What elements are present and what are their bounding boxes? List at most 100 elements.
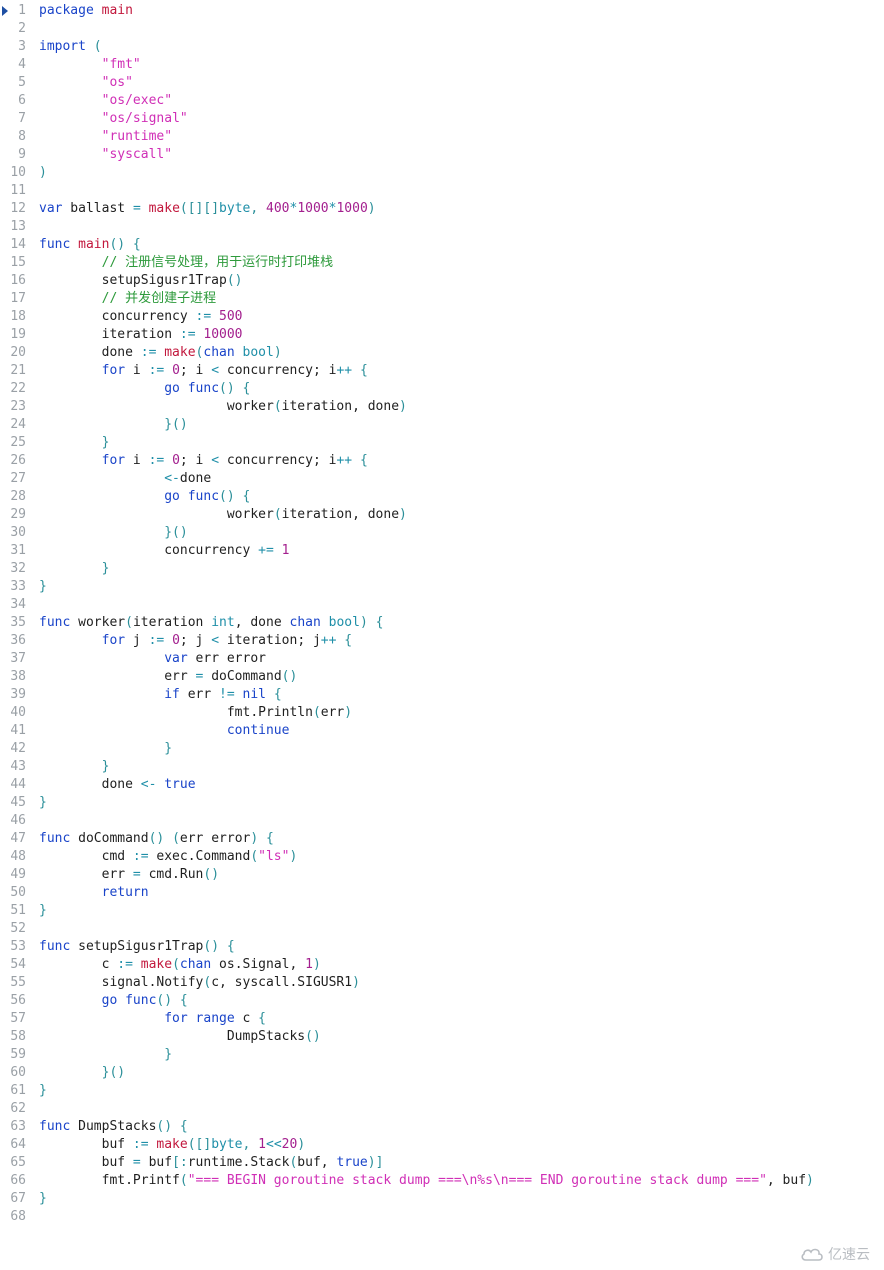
code-line[interactable]: 43 } — [0, 758, 884, 776]
line-number: 31 — [10, 543, 26, 558]
code-token: } — [39, 1083, 47, 1098]
code-line[interactable]: 60 }() — [0, 1064, 884, 1082]
code-line[interactable]: 40 fmt.Println(err) — [0, 704, 884, 722]
code-line[interactable]: 9 "syscall" — [0, 146, 884, 164]
code-line[interactable]: 54 c := make(chan os.Signal, 1) — [0, 956, 884, 974]
line-code: for i := 0; i < concurrency; i++ { — [39, 453, 368, 468]
code-line[interactable]: 19 iteration := 10000 — [0, 326, 884, 344]
code-token: buf — [39, 1137, 133, 1152]
line-code: signal.Notify(c, syscall.SIGUSR1) — [39, 975, 360, 990]
code-line[interactable]: 41 continue — [0, 722, 884, 740]
code-line[interactable]: 37 var err error — [0, 650, 884, 668]
code-token: ( — [273, 507, 282, 522]
code-line[interactable]: 34 — [0, 596, 884, 614]
code-line[interactable]: 35 func worker(iteration int, done chan b… — [0, 614, 884, 632]
code-line[interactable]: 61} — [0, 1082, 884, 1100]
line-number: 49 — [10, 867, 26, 882]
code-line[interactable]: 7 "os/signal" — [0, 110, 884, 128]
code-token: ) — [297, 1137, 306, 1152]
code-line[interactable]: 22 go func() { — [0, 380, 884, 398]
code-token: 500 — [219, 309, 243, 324]
code-line[interactable]: 56 go func() { — [0, 992, 884, 1010]
code-line[interactable]: 2 — [0, 20, 884, 38]
code-line[interactable]: 10) — [0, 164, 884, 182]
code-token: () { — [156, 993, 188, 1008]
code-line[interactable]: 26 for i := 0; i < concurrency; i++ { — [0, 452, 884, 470]
code-line[interactable]: 62 — [0, 1100, 884, 1118]
code-line[interactable]: 59 } — [0, 1046, 884, 1064]
code-line[interactable]: 57 for range c { — [0, 1010, 884, 1028]
code-line[interactable]: 16 setupSigusr1Trap() — [0, 272, 884, 290]
code-token: }() — [164, 525, 188, 540]
code-line[interactable]: 50 return — [0, 884, 884, 902]
code-line[interactable]: 47 func doCommand() (err error) { — [0, 830, 884, 848]
code-editor[interactable]: 1 package main 2 3 import (4 "fmt" 5 "os" 6 "o… — [0, 2, 884, 1226]
code-line[interactable]: 4 "fmt" — [0, 56, 884, 74]
code-line[interactable]: 5 "os" — [0, 74, 884, 92]
code-line[interactable]: 38 err = doCommand() — [0, 668, 884, 686]
code-line[interactable]: 25 } — [0, 434, 884, 452]
code-line[interactable]: 18 concurrency := 500 — [0, 308, 884, 326]
code-line[interactable]: 29 worker(iteration, done) — [0, 506, 884, 524]
code-line[interactable]: 6 "os/exec" — [0, 92, 884, 110]
code-token: ; j — [179, 633, 212, 648]
line-number: 1 — [0, 2, 39, 20]
code-line[interactable]: 27 <-done — [0, 470, 884, 488]
code-line[interactable]: 49 err = cmd.Run() — [0, 866, 884, 884]
code-line[interactable]: 30 }() — [0, 524, 884, 542]
code-line[interactable]: 24 }() — [0, 416, 884, 434]
code-line[interactable]: 3 import ( — [0, 38, 884, 56]
code-line[interactable]: 52 — [0, 920, 884, 938]
code-line[interactable]: 51} — [0, 902, 884, 920]
code-token: worker — [39, 399, 274, 414]
code-line[interactable]: 33} — [0, 578, 884, 596]
line-number: 40 — [10, 705, 26, 720]
code-line[interactable]: 23 worker(iteration, done) — [0, 398, 884, 416]
code-line[interactable]: 45} — [0, 794, 884, 812]
code-line[interactable]: 8 "runtime" — [0, 128, 884, 146]
code-line[interactable]: 28 go func() { — [0, 488, 884, 506]
code-token: "fmt" — [101, 57, 141, 72]
code-line[interactable]: 63 func DumpStacks() { — [0, 1118, 884, 1136]
line-code: }() — [39, 1065, 125, 1080]
line-code: "syscall" — [39, 147, 172, 162]
code-line[interactable]: 12 var ballast = make([][]byte, 400*1000*… — [0, 200, 884, 218]
code-line[interactable]: 65 buf = buf[:runtime.Stack(buf, true)] — [0, 1154, 884, 1172]
code-token: ) — [806, 1173, 814, 1188]
code-line[interactable]: 20 done := make(chan bool) — [0, 344, 884, 362]
code-line[interactable]: 36 for j := 0; j < iteration; j++ { — [0, 632, 884, 650]
line-code: if err != nil { — [39, 687, 281, 702]
line-code: done := make(chan bool) — [39, 345, 282, 360]
code-line[interactable]: 67} — [0, 1190, 884, 1208]
code-line[interactable]: 13 — [0, 218, 884, 236]
code-line[interactable]: 15 // 注册信号处理，用于运行时打印堆栈 — [0, 254, 884, 272]
code-line[interactable]: 17 // 并发创建子进程 — [0, 290, 884, 308]
code-line[interactable]: 64 buf := make([]byte, 1<<20) — [0, 1136, 884, 1154]
code-token: ++ — [320, 633, 337, 648]
code-line[interactable]: 68 — [0, 1208, 884, 1226]
line-code: go func() { — [39, 489, 250, 504]
code-line[interactable]: 44 done <- true — [0, 776, 884, 794]
code-line[interactable]: 46 — [0, 812, 884, 830]
code-line[interactable]: 66 fmt.Printf("=== BEGIN goroutine stack… — [0, 1172, 884, 1190]
code-line[interactable]: 32 } — [0, 560, 884, 578]
code-line[interactable]: 48 cmd := exec.Command("ls") — [0, 848, 884, 866]
code-line[interactable]: 11 — [0, 182, 884, 200]
line-code: go func() { — [39, 993, 188, 1008]
code-line[interactable]: 14 func main() { — [0, 236, 884, 254]
code-line[interactable]: 39 if err != nil { — [0, 686, 884, 704]
code-line[interactable]: 55 signal.Notify(c, syscall.SIGUSR1) — [0, 974, 884, 992]
code-line[interactable]: 58 DumpStacks() — [0, 1028, 884, 1046]
code-line[interactable]: 31 concurrency += 1 — [0, 542, 884, 560]
code-line[interactable]: 21 for i := 0; i < concurrency; i++ { — [0, 362, 884, 380]
code-token: 0 — [172, 363, 180, 378]
code-token: () { — [219, 489, 251, 504]
code-line[interactable]: 53 func setupSigusr1Trap() { — [0, 938, 884, 956]
code-line[interactable]: 42 } — [0, 740, 884, 758]
code-line[interactable]: 1 package main — [0, 2, 884, 20]
